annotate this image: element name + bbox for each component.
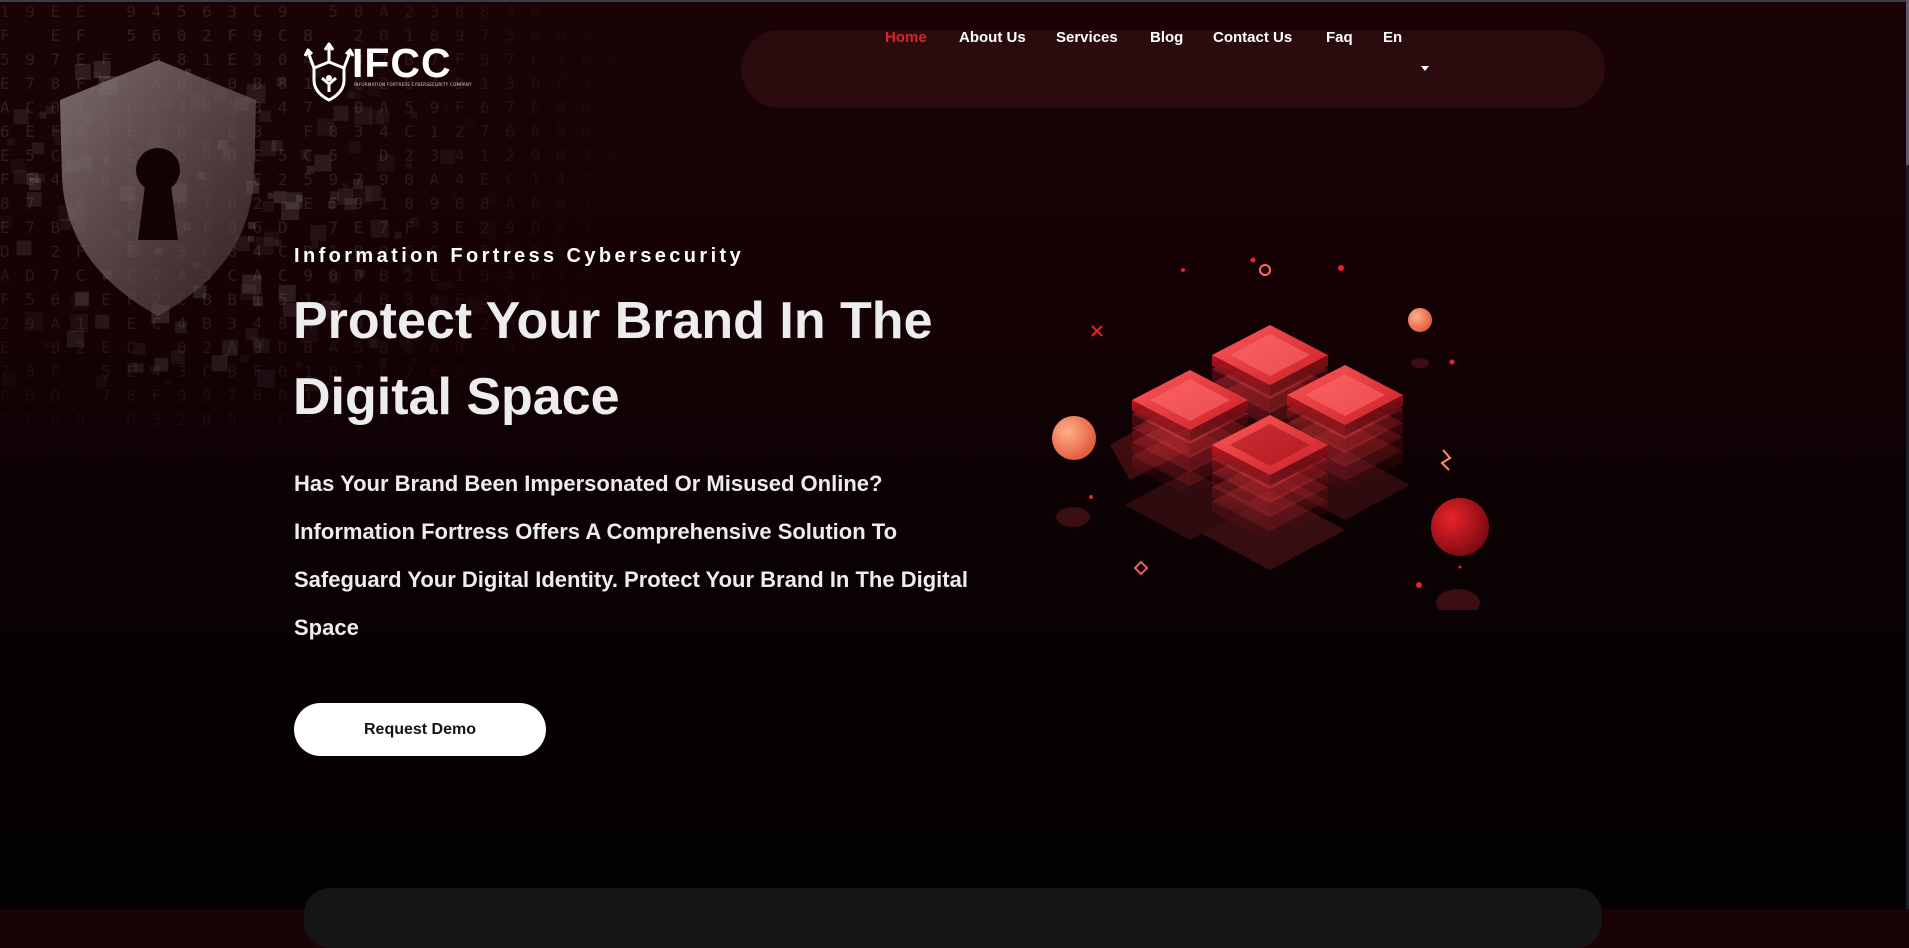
isometric-server-stack-illustration <box>1052 257 1489 610</box>
nav-faq-link[interactable]: Faq <box>1326 29 1353 46</box>
nav-services-link[interactable]: Services <box>1056 29 1118 46</box>
language-selector[interactable]: En <box>1383 29 1402 46</box>
nav-about-us-link[interactable]: About Us <box>959 29 1026 46</box>
nav-blog-link[interactable]: Blog <box>1150 29 1183 46</box>
logo-wordmark[interactable]: IFCC <box>352 40 452 87</box>
nav-home-link[interactable]: Home <box>885 29 927 46</box>
caret-down-icon[interactable] <box>1421 66 1429 71</box>
nav-contact-us-link[interactable]: Contact Us <box>1213 29 1292 46</box>
hero-description: Has Your Brand Been Impersonated Or Misu… <box>294 471 968 640</box>
logo-tagline: INFORMATION FORTRESS CYBERSECURITY COMPA… <box>354 82 472 87</box>
shield-keyhole-icon <box>60 60 256 316</box>
fortress-network-icon[interactable] <box>304 38 354 104</box>
hero-kicker: Information Fortress Cybersecurity <box>294 245 745 267</box>
request-demo-button[interactable]: Request Demo <box>294 703 546 756</box>
hero-title: Protect Your Brand In The Digital Space <box>293 292 933 426</box>
content-panel-edge <box>304 888 1602 948</box>
